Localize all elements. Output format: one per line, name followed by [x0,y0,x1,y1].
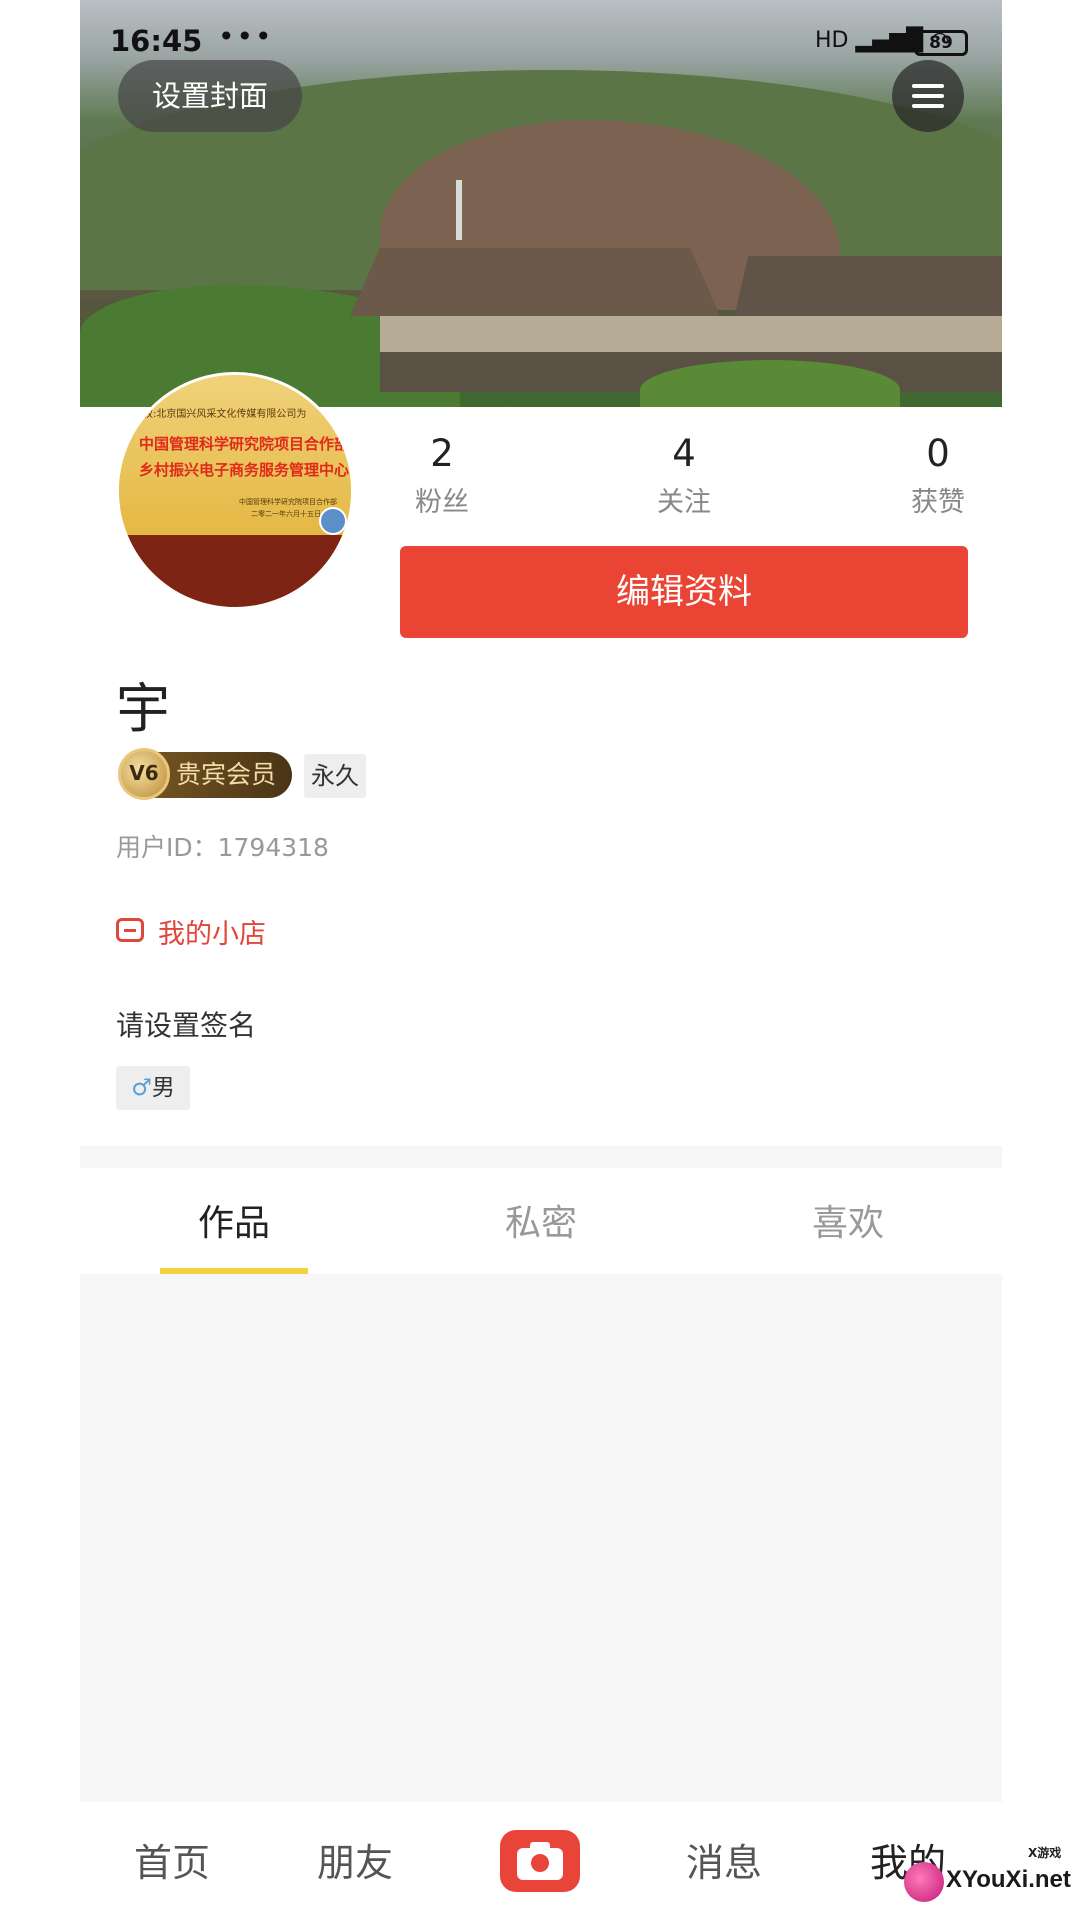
watermark-logo-icon [904,1862,944,1902]
stat-followers[interactable]: 2 粉丝 [372,432,512,519]
content-tabs: 作品 私密 喜欢 [80,1168,1002,1274]
signature-prompt[interactable]: 请设置签名 [116,1004,256,1044]
camera-button[interactable] [500,1830,580,1892]
nav-messages[interactable]: 消息 [664,1832,784,1887]
bottom-nav: 首页 朋友 消息 我的 [80,1802,1002,1920]
avatar[interactable]: 授权:北京国兴风采文化传媒有限公司为 中国管理科学研究院项目合作部 乡村振兴电子… [116,372,354,610]
watermark: X游戏 XYouXi.net [904,1844,1074,1914]
vip-medal-icon: V6 [118,748,170,800]
stat-likes[interactable]: 0 获赞 [868,432,1008,519]
profile-screen: 16:45 ••• HD ▂▄▆█ ◠ 89 设置封面 授权:北京国兴风采文化传… [80,0,1002,1920]
tab-works[interactable]: 作品 [134,1194,334,1246]
set-cover-button[interactable]: 设置封面 [118,60,302,132]
tab-private[interactable]: 私密 [441,1194,641,1246]
nav-home[interactable]: 首页 [112,1832,232,1887]
status-time: 16:45 [110,24,203,58]
shop-icon [116,918,144,942]
male-icon: ♂ [131,1075,152,1101]
user-id: 用户ID：1794318 [116,833,329,862]
section-divider [80,1146,1002,1168]
username: 宇 [116,677,170,740]
cover-image[interactable]: 16:45 ••• HD ▂▄▆█ ◠ 89 设置封面 [80,0,1002,407]
edit-profile-button[interactable]: 编辑资料 [400,546,968,638]
stat-following[interactable]: 4 关注 [614,432,754,519]
nav-friends[interactable]: 朋友 [295,1832,415,1887]
vip-duration-badge: 永久 [304,754,366,798]
vip-badge[interactable]: V6 贵宾会员 [118,748,292,800]
menu-button[interactable] [892,60,964,132]
tab-likes[interactable]: 喜欢 [748,1194,948,1246]
notification-dots: ••• [218,20,274,53]
battery-icon: 89 [914,30,968,56]
gender-badge: ♂男 [116,1066,190,1110]
avatar-mini-photo [319,507,347,535]
works-content-area [80,1274,1002,1802]
menu-icon [912,84,944,88]
